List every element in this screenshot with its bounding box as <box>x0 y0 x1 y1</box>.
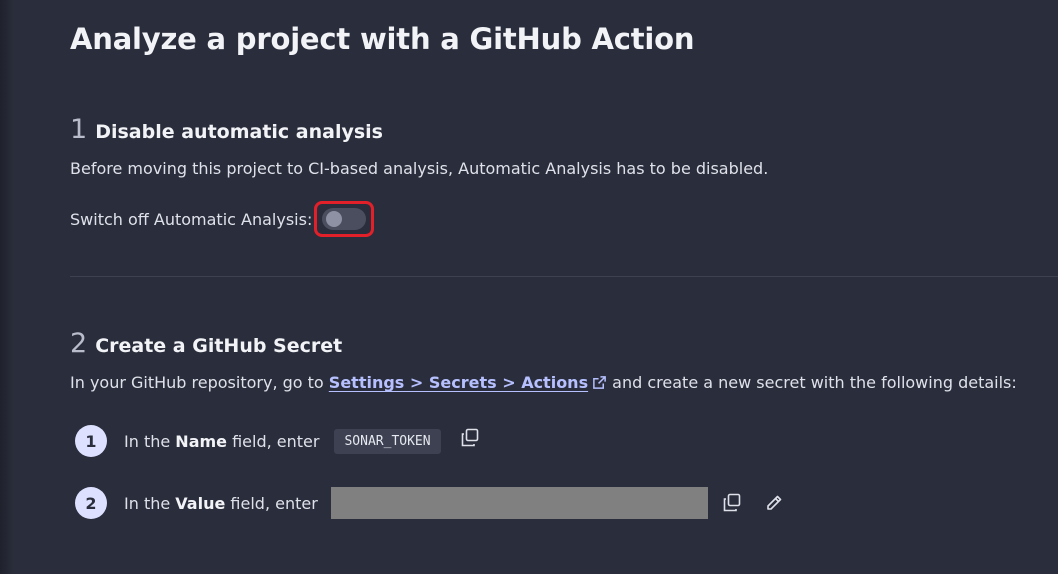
left-edge-shade <box>0 0 14 574</box>
item-text: In the Value field, enter <box>124 494 318 513</box>
item-bold: Name <box>175 431 228 451</box>
item-prefix: In the <box>124 493 176 513</box>
item-text: In the Name field, enter <box>124 432 319 451</box>
copy-icon[interactable] <box>719 490 745 516</box>
step-2-number: 2 <box>70 328 88 359</box>
copy-icon[interactable] <box>457 425 483 451</box>
item-number-circle: 2 <box>75 487 107 519</box>
external-link-icon <box>592 375 607 394</box>
step-2-intro: In your GitHub repository, go to Setting… <box>70 373 1017 394</box>
list-item: 1 In the Name field, enter SONAR_TOKEN <box>75 425 483 457</box>
section-divider <box>70 276 1058 277</box>
switch-label: Switch off Automatic Analysis: <box>70 209 313 229</box>
item-bold: Value <box>175 493 226 513</box>
intro-prefix: In your GitHub repository, go to <box>70 373 329 392</box>
step-1-title: Disable automatic analysis <box>95 121 383 143</box>
masked-token-value <box>330 487 708 519</box>
toggle-knob <box>326 211 343 227</box>
item-prefix: In the <box>124 431 176 451</box>
step-1-heading: 1 Disable automatic analysis <box>70 114 383 145</box>
item-suffix: field, enter <box>225 493 318 513</box>
automatic-analysis-toggle[interactable] <box>322 208 367 230</box>
item-suffix: field, enter <box>227 431 320 451</box>
toggle-highlight <box>314 201 375 237</box>
pencil-icon[interactable] <box>761 490 787 516</box>
intro-suffix: and create a new secret with the followi… <box>607 373 1017 392</box>
page-title: Analyze a project with a GitHub Action <box>70 22 695 56</box>
step-1-description: Before moving this project to CI-based a… <box>70 159 769 178</box>
sonar-token-chip: SONAR_TOKEN <box>334 428 441 454</box>
step-2-title: Create a GitHub Secret <box>95 335 343 357</box>
link-text: Settings > Secrets > Actions <box>328 373 589 392</box>
item-number-circle: 1 <box>75 425 107 457</box>
list-item: 2 In the Value field, enter <box>75 487 787 519</box>
automatic-analysis-switch-row: Switch off Automatic Analysis: <box>70 201 375 237</box>
settings-secrets-actions-link[interactable]: Settings > Secrets > Actions <box>329 373 607 392</box>
step-1-number: 1 <box>70 114 88 145</box>
step-2-heading: 2 Create a GitHub Secret <box>70 328 342 359</box>
